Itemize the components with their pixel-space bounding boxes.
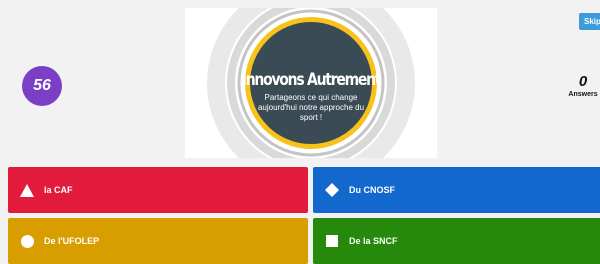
answer-option-red[interactable]: la CAF [8, 167, 308, 213]
question-image: Innovons Autrement Partageons ce qui cha… [185, 8, 437, 158]
answers-counter: 0 Answers [555, 74, 600, 99]
quiz-question-screen: Skip 56 0 Answers Innovons Autrement Par… [0, 0, 600, 264]
answer-label: De l'UFOLEP [44, 236, 100, 246]
answer-label: De la SNCF [349, 236, 398, 246]
logo-title: Innovons Autrement [241, 70, 382, 90]
answers-label: Answers [568, 91, 598, 98]
triangle-icon [20, 183, 34, 197]
answer-option-blue[interactable]: Du CNOSF [313, 167, 600, 213]
countdown-timer: 56 [22, 66, 62, 106]
answer-label: la CAF [44, 185, 73, 195]
circle-icon [20, 234, 34, 248]
answer-label: Du CNOSF [349, 185, 395, 195]
diamond-icon [325, 183, 339, 197]
answer-option-green[interactable]: De la SNCF [313, 218, 600, 264]
answer-option-yellow[interactable]: De l'UFOLEP [8, 218, 308, 264]
logo-subtitle: Partageons ce qui change aujourd'hui not… [257, 93, 365, 122]
skip-button[interactable]: Skip [579, 13, 600, 30]
answers-count: 0 [578, 73, 588, 90]
square-icon [325, 234, 339, 248]
